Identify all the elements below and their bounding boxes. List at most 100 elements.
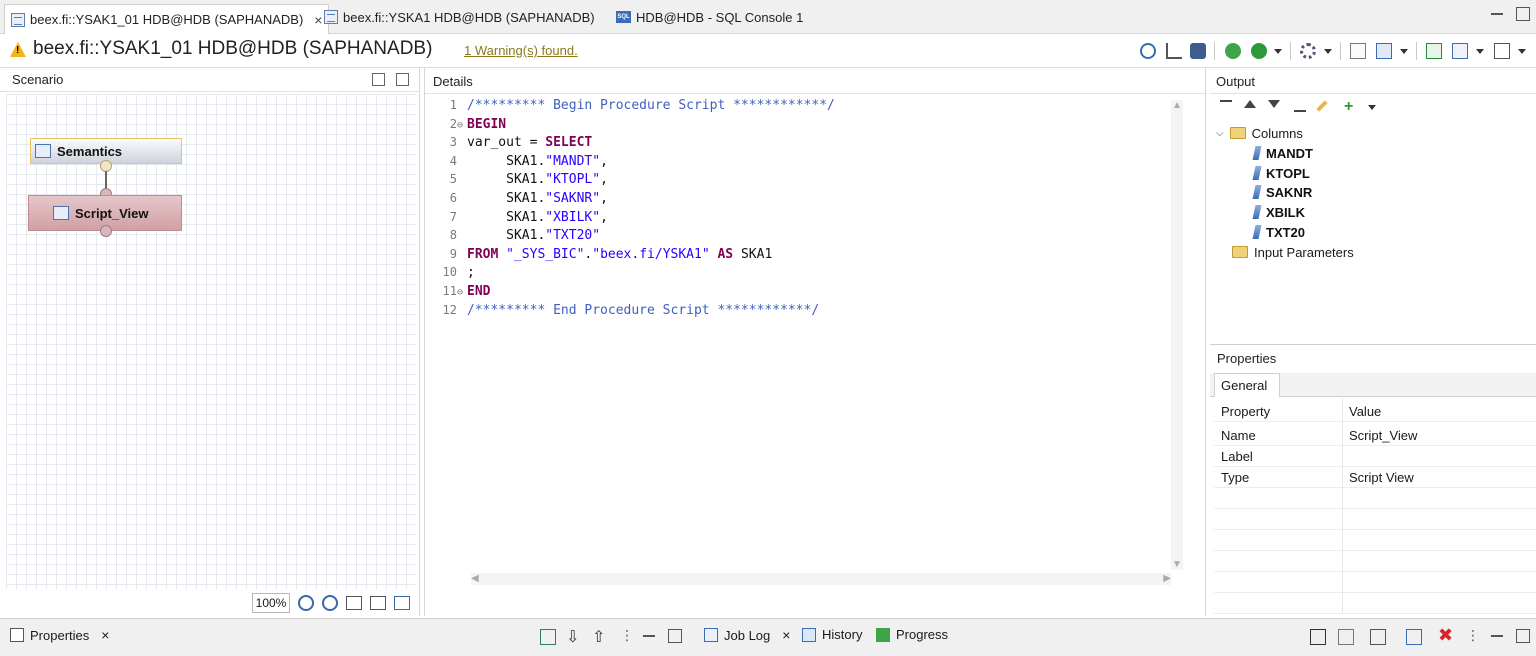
- code-line[interactable]: 7 SKA1."XBILK",: [435, 208, 608, 226]
- tree-item-column[interactable]: SAKNR: [1252, 182, 1312, 202]
- expand-all-icon[interactable]: [372, 73, 385, 86]
- zoom-level[interactable]: 100%: [252, 593, 290, 613]
- chevron-down-icon[interactable]: [1368, 105, 1376, 110]
- zoom-in-icon[interactable]: [322, 595, 338, 611]
- close-icon[interactable]: ×: [782, 627, 790, 643]
- property-row[interactable]: Name Script_View: [1214, 425, 1536, 446]
- code-line[interactable]: 10;: [435, 263, 475, 281]
- move-bottom-icon[interactable]: [1294, 100, 1306, 112]
- globe-icon[interactable]: [1140, 43, 1156, 59]
- chevron-down-icon[interactable]: [1324, 49, 1332, 54]
- fold-toggle-icon[interactable]: ⊖: [457, 117, 467, 135]
- export-icon[interactable]: [1426, 43, 1442, 59]
- tree-columns-folder[interactable]: ⌵ Columns: [1216, 123, 1303, 143]
- chevron-down-icon[interactable]: [1476, 49, 1484, 54]
- gear-icon[interactable]: [1300, 43, 1316, 59]
- chevron-left-icon[interactable]: ◀: [471, 573, 479, 584]
- column-icon: [1252, 205, 1262, 219]
- tab-job-log[interactable]: Job Log ×: [704, 627, 790, 643]
- chevron-down-icon[interactable]: ⌵: [1216, 128, 1224, 139]
- code-line[interactable]: 3 var_out = SELECT: [435, 133, 592, 151]
- code-line[interactable]: 9 FROM "_SYS_BIC"."beex.fi/YSKA1" AS SKA1: [435, 245, 773, 263]
- chevron-down-icon[interactable]: [1400, 49, 1408, 54]
- activate-icon[interactable]: [1251, 43, 1267, 59]
- maximize-icon[interactable]: [1516, 7, 1530, 21]
- fold-toggle-icon[interactable]: ⊖: [457, 284, 467, 302]
- move-up-icon[interactable]: [1244, 100, 1256, 108]
- warning-link[interactable]: 1 Warning(s) found.: [464, 43, 578, 58]
- move-down-icon[interactable]: [1268, 100, 1280, 108]
- tab-general[interactable]: General: [1214, 373, 1280, 397]
- document-icon[interactable]: [1350, 43, 1366, 59]
- export-log-icon[interactable]: [1406, 629, 1422, 645]
- code-line[interactable]: 4 SKA1."MANDT",: [435, 152, 608, 170]
- chevron-down-icon[interactable]: ▼: [1172, 559, 1182, 570]
- pencil-icon[interactable]: [1316, 100, 1328, 112]
- hierarchy-icon[interactable]: [1452, 43, 1468, 59]
- property-row[interactable]: Type Script View: [1214, 467, 1536, 488]
- tree-item-column[interactable]: KTOPL: [1252, 163, 1310, 183]
- auto-layout-icon[interactable]: [394, 596, 410, 610]
- code-line[interactable]: 2⊖ BEGIN: [435, 115, 506, 133]
- connector-handle[interactable]: [100, 225, 112, 237]
- arrow-down-icon[interactable]: ⇩: [566, 627, 582, 646]
- code-line[interactable]: 11⊖ END: [435, 282, 491, 302]
- maximize-icon[interactable]: [668, 629, 682, 643]
- line-number: 11: [442, 284, 457, 298]
- column-name: XBILK: [1266, 204, 1305, 220]
- properties-column-divider: [1342, 398, 1343, 612]
- scenario-canvas[interactable]: Semantics Script_View: [6, 94, 416, 589]
- code-text: ,: [600, 209, 608, 225]
- chevron-up-icon[interactable]: ▲: [1172, 100, 1182, 111]
- document-icon[interactable]: [1338, 629, 1354, 645]
- tab-yska1[interactable]: beex.fi::YSKA1 HDB@HDB (SAPHANADB): [318, 4, 601, 30]
- edit-icon[interactable]: [1494, 43, 1510, 59]
- console-icon[interactable]: [1310, 629, 1326, 645]
- vertical-scrollbar[interactable]: ▲ ▼: [1171, 100, 1183, 570]
- code-line[interactable]: 12 /********* End Procedure Script ******…: [435, 301, 820, 319]
- maximize-icon[interactable]: [1516, 629, 1530, 643]
- pin-icon[interactable]: [540, 629, 556, 645]
- zoom-out-icon[interactable]: [298, 595, 314, 611]
- tab-properties-view[interactable]: Properties ×: [10, 627, 109, 643]
- collapse-all-icon[interactable]: [396, 73, 409, 86]
- chevron-down-icon[interactable]: [1274, 49, 1282, 54]
- minimize-icon[interactable]: [1490, 7, 1504, 21]
- chevron-down-icon[interactable]: [1518, 49, 1526, 54]
- data-preview-icon[interactable]: [1376, 43, 1392, 59]
- tab-ysak1-01[interactable]: beex.fi::YSAK1_01 HDB@HDB (SAPHANADB) ×: [4, 4, 330, 34]
- tab-progress[interactable]: Progress: [876, 627, 948, 642]
- tab-history[interactable]: History: [802, 627, 862, 642]
- code-line[interactable]: 1 /********* Begin Procedure Script *****…: [435, 96, 835, 114]
- line-number: 8: [449, 228, 457, 243]
- fit-to-window-icon[interactable]: [346, 596, 362, 610]
- tree-item-column[interactable]: XBILK: [1252, 202, 1305, 222]
- code-line[interactable]: 8 SKA1."TXT20": [435, 226, 600, 244]
- remove-icon[interactable]: ✖: [1438, 625, 1454, 645]
- code-comment: /********* Begin Procedure Script ******…: [467, 98, 835, 113]
- add-icon[interactable]: +: [1344, 98, 1358, 115]
- more-icon[interactable]: ⋮: [1466, 627, 1480, 643]
- more-icon[interactable]: ⋮: [620, 627, 634, 643]
- binoculars-icon[interactable]: [1190, 43, 1206, 59]
- property-row[interactable]: Label: [1214, 446, 1536, 467]
- tree-item-column[interactable]: TXT20: [1252, 222, 1305, 242]
- chevron-right-icon[interactable]: ▶: [1163, 573, 1171, 584]
- tree-item-column[interactable]: MANDT: [1252, 143, 1313, 163]
- code-line[interactable]: 6 SKA1."SAKNR",: [435, 189, 608, 207]
- close-icon[interactable]: ×: [101, 627, 109, 643]
- tab-sql-console[interactable]: SQL HDB@HDB - SQL Console 1: [610, 4, 809, 30]
- arrow-up-icon[interactable]: ⇧: [592, 627, 608, 646]
- minimize-icon[interactable]: [1490, 629, 1504, 643]
- horizontal-scrollbar[interactable]: ◀ ▶: [471, 573, 1171, 585]
- code-line[interactable]: 5 SKA1."KTOPL",: [435, 170, 608, 188]
- validate-icon[interactable]: [1225, 43, 1241, 59]
- move-top-icon[interactable]: [1220, 100, 1232, 112]
- fit-width-icon[interactable]: [370, 596, 386, 610]
- script-editor[interactable]: 1 /********* Begin Procedure Script *****…: [435, 96, 1179, 576]
- minimize-icon[interactable]: [642, 629, 656, 643]
- tree-input-parameters-folder[interactable]: Input Parameters: [1232, 242, 1354, 262]
- clear-icon[interactable]: [1370, 629, 1386, 645]
- tab-label: Progress: [896, 627, 949, 642]
- chart-icon[interactable]: [1166, 43, 1182, 59]
